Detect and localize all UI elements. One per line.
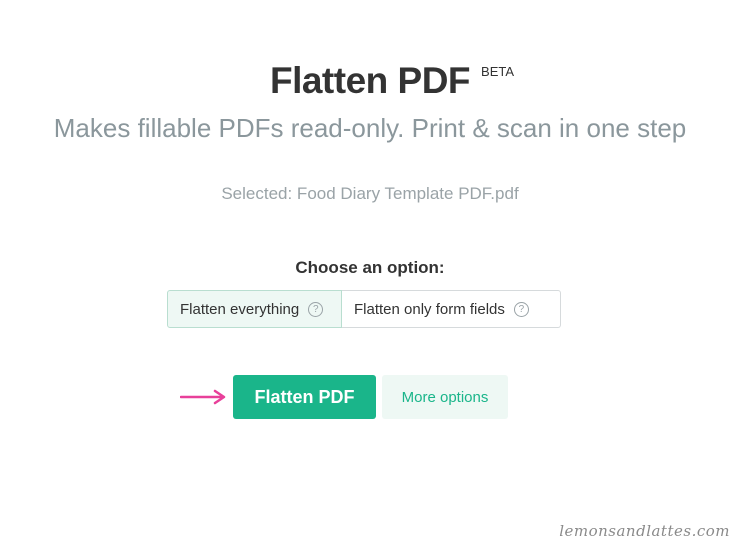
option-flatten-form-fields-label: Flatten only form fields xyxy=(354,300,505,318)
page-subtitle: Makes fillable PDFs read-only. Print & s… xyxy=(53,113,687,143)
option-flatten-form-fields[interactable]: Flatten only form fields ? xyxy=(342,290,561,328)
page-title: Flatten PDF BETA xyxy=(269,60,514,102)
pointer-arrow-icon xyxy=(180,389,226,405)
help-icon[interactable]: ? xyxy=(513,301,529,317)
option-flatten-everything-label: Flatten everything xyxy=(180,300,300,318)
help-icon[interactable]: ? xyxy=(308,301,324,317)
beta-badge: BETA xyxy=(481,64,515,79)
title-row: Flatten PDF BETA xyxy=(0,60,740,102)
option-flatten-everything[interactable]: Flatten everything ? xyxy=(167,290,342,328)
watermark: lemonsandlattes.com xyxy=(559,522,730,540)
page-title-text: Flatten PDF xyxy=(269,60,471,101)
more-options-button[interactable]: More options xyxy=(382,375,508,419)
options-heading: Choose an option: xyxy=(295,258,445,277)
selected-file-label: Selected: Food Diary Template PDF.pdf xyxy=(221,184,519,203)
flatten-option-group: Flatten everything ? Flatten only form f… xyxy=(167,290,561,328)
flatten-pdf-button[interactable]: Flatten PDF xyxy=(233,375,376,419)
